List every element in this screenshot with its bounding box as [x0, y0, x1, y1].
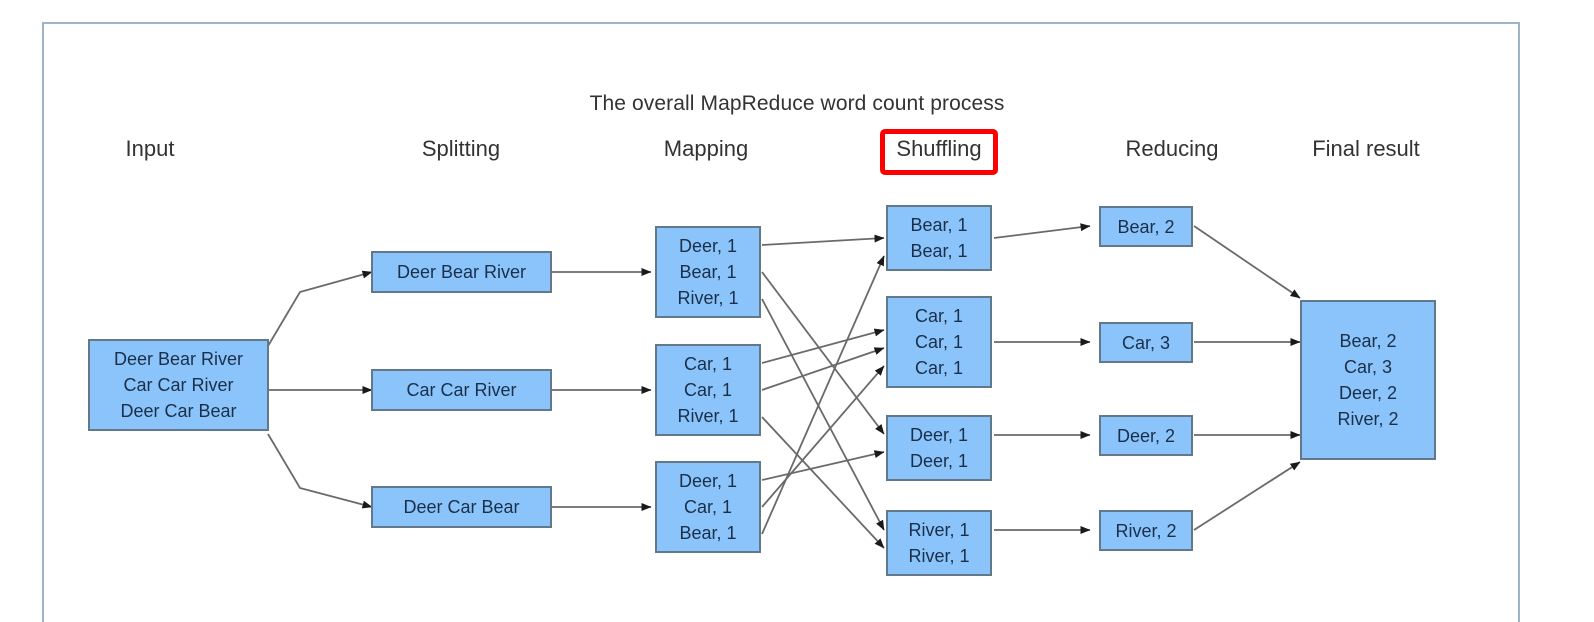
node-line: Car, 3: [1121, 332, 1171, 353]
splitting-node-1[interactable]: Car Car River: [371, 369, 552, 411]
node-line: Bear, 2: [1117, 216, 1175, 237]
node-line: Deer Car Bear: [120, 401, 237, 421]
node-line: Deer, 2: [1116, 425, 1176, 446]
node-line: River, 1: [908, 520, 970, 540]
column-header-shuffling: Shuffling: [896, 136, 982, 161]
column-header-reducing: Reducing: [1125, 136, 1219, 161]
shuffling-node-bear[interactable]: Bear, 1 Bear, 1: [886, 205, 992, 271]
reducing-node-bear[interactable]: Bear, 2: [1099, 206, 1193, 247]
edge-reduce0-final: [1193, 225, 1301, 299]
mapping-node-1[interactable]: Car, 1 Car, 1 River, 1: [655, 344, 761, 436]
reducing-node-deer[interactable]: Deer, 2: [1099, 415, 1193, 456]
mapping-node-0[interactable]: Deer, 1 Bear, 1 River, 1: [655, 226, 761, 318]
node-line: Deer, 2: [1338, 383, 1398, 403]
node-line: Deer, 1: [909, 425, 969, 445]
node-line: Car, 1: [914, 332, 964, 352]
node-line: Bear, 1: [679, 262, 737, 282]
node-line: Bear, 2: [1339, 331, 1397, 351]
column-header-splitting: Splitting: [421, 136, 501, 161]
column-header-input: Input: [125, 136, 175, 161]
node-line: Deer Car Bear: [403, 497, 520, 517]
node-line: River, 2: [1115, 520, 1177, 541]
node-line: Car, 3: [1343, 357, 1393, 377]
reducing-node-car[interactable]: Car, 3: [1099, 322, 1193, 363]
final-result-node[interactable]: Bear, 2 Car, 3 Deer, 2 River, 2: [1300, 300, 1436, 460]
reducing-node-river[interactable]: River, 2: [1099, 510, 1193, 551]
edge-input-split2: [267, 433, 373, 509]
node-line: Car, 1: [683, 497, 733, 517]
shuffling-node-car[interactable]: Car, 1 Car, 1 Car, 1: [886, 296, 992, 388]
edge-shuffle0-reduce0: [993, 223, 1091, 239]
node-line: Bear, 1: [679, 523, 737, 543]
node-line: Bear, 1: [910, 215, 968, 235]
node-line: Bear, 1: [910, 241, 968, 261]
edge-map2-shuffle2: [761, 450, 885, 481]
node-line: River, 1: [677, 288, 739, 308]
shuffling-node-river[interactable]: River, 1 River, 1: [886, 510, 992, 576]
node-line: Deer, 1: [909, 451, 969, 471]
node-line: Deer, 1: [678, 471, 738, 491]
shuffling-node-deer[interactable]: Deer, 1 Deer, 1: [886, 415, 992, 481]
mapping-node-2[interactable]: Deer, 1 Car, 1 Bear, 1: [655, 461, 761, 553]
edge-input-split0: [267, 270, 373, 347]
input-node[interactable]: Deer Bear River Car Car River Deer Car B…: [88, 339, 269, 431]
splitting-node-2[interactable]: Deer Car Bear: [371, 486, 552, 528]
edge-map0-shuffle0-deer: [761, 234, 885, 246]
edge-map0-shuffle3: [761, 298, 885, 531]
node-line: Deer, 1: [678, 236, 738, 256]
node-line: Car, 1: [683, 380, 733, 400]
node-line: Car, 1: [683, 354, 733, 374]
splitting-node-0[interactable]: Deer Bear River: [371, 251, 552, 293]
column-header-final-result: Final result: [1312, 136, 1420, 161]
diagram-canvas: The overall MapReduce word count process…: [0, 0, 1594, 622]
node-line: Car Car River: [406, 380, 517, 400]
node-line: River, 1: [677, 406, 739, 426]
node-line: River, 2: [1337, 409, 1399, 429]
edge-reduce3-final: [1193, 461, 1301, 531]
node-line: Car, 1: [914, 306, 964, 326]
node-line: Deer Bear River: [396, 262, 527, 282]
diagram-title: The overall MapReduce word count process: [589, 92, 1005, 115]
node-line: Car Car River: [123, 375, 234, 395]
node-line: Deer Bear River: [113, 349, 244, 369]
node-line: River, 1: [908, 546, 970, 566]
node-line: Car, 1: [914, 358, 964, 378]
column-header-mapping: Mapping: [663, 136, 749, 161]
